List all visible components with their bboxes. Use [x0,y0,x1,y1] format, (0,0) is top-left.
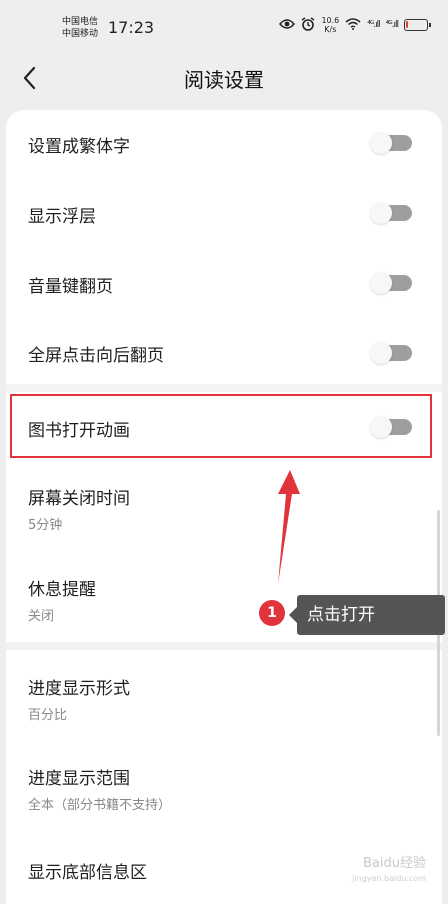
watermark-sub: jingyan.baidu.com [352,874,426,883]
callout-tooltip: 点击打开 [289,595,445,635]
arrow-icon [278,470,300,584]
watermark-text: Baidu经验 [363,856,426,871]
step-number-badge: 1 [259,600,285,626]
watermark: Baidu经验 jingyan.baidu.com [352,856,426,886]
